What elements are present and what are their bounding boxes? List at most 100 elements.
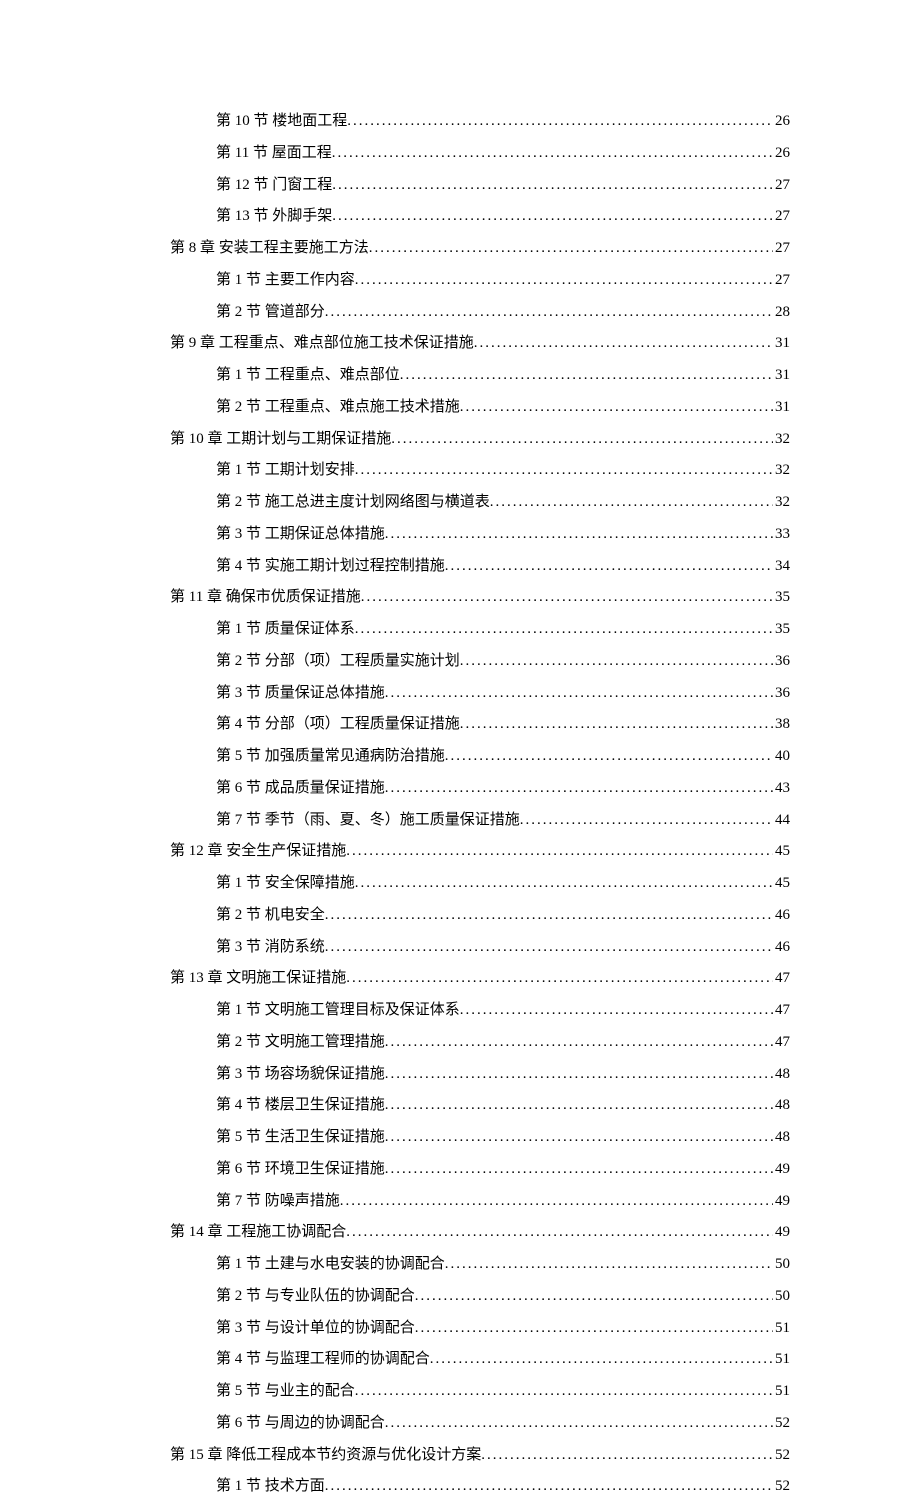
toc-leader-dots (340, 1190, 773, 1213)
toc-entry-page: 38 (773, 713, 790, 736)
toc-entry: 第 6 节 与周边的协调配合52 (216, 1412, 790, 1435)
toc-entry: 第 7 节 防噪声措施 49 (216, 1190, 790, 1213)
toc-leader-dots (445, 1253, 773, 1276)
toc-entry: 第 12 章 安全生产保证措施45 (170, 840, 790, 863)
toc-leader-dots (355, 459, 773, 482)
toc-leader-dots (355, 872, 773, 895)
toc-leader-dots (445, 745, 773, 768)
toc-entry-page: 48 (773, 1094, 790, 1117)
toc-entry-title: 第 3 节 与设计单位的协调配合 (216, 1317, 415, 1340)
toc-leader-dots (385, 1412, 773, 1435)
toc-leader-dots (325, 904, 773, 927)
toc-entry: 第 4 节 楼层卫生保证措施48 (216, 1094, 790, 1117)
toc-leader-dots (355, 269, 773, 292)
toc-leader-dots (355, 618, 773, 641)
toc-leader-dots (460, 999, 773, 1022)
toc-entry-page: 26 (773, 110, 790, 133)
toc-entry-title: 第 13 章 文明施工保证措施 (170, 967, 346, 990)
toc-entry-page: 46 (773, 936, 790, 959)
toc-entry: 第 2 节 机电安全46 (216, 904, 790, 927)
toc-entry: 第 6 节 成品质量保证措施 43 (216, 777, 790, 800)
toc-entry-title: 第 2 节 机电安全 (216, 904, 325, 927)
toc-leader-dots (355, 1380, 773, 1403)
toc-entry: 第 3 节 工期保证总体措施33 (216, 523, 790, 546)
toc-entry: 第 1 节 安全保障措施 45 (216, 872, 790, 895)
toc-entry-title: 第 13 节 外脚手架 (216, 205, 332, 228)
toc-entry-page: 52 (773, 1444, 790, 1467)
toc-entry-page: 52 (773, 1412, 790, 1435)
toc-entry: 第 7 节 季节（雨、夏、冬）施工质量保证措施44 (216, 809, 790, 832)
toc-entry-page: 32 (773, 459, 790, 482)
toc-leader-dots (460, 396, 773, 419)
toc-entry-page: 45 (773, 872, 790, 895)
toc-entry-page: 49 (773, 1190, 790, 1213)
toc-leader-dots (520, 809, 773, 832)
toc-entry-page: 47 (773, 1031, 790, 1054)
toc-entry-title: 第 1 节 工程重点、难点部位 (216, 364, 400, 387)
toc-entry-title: 第 5 节 加强质量常见通病防治措施 (216, 745, 445, 768)
toc-entry: 第 5 节 生活卫生保证措施48 (216, 1126, 790, 1149)
toc-entry-title: 第 3 节 质量保证总体措施 (216, 682, 385, 705)
toc-entry: 第 3 节 场容场貌保证措施48 (216, 1063, 790, 1086)
toc-entry-page: 49 (773, 1158, 790, 1181)
toc-entry-page: 51 (773, 1380, 790, 1403)
toc-entry-title: 第 11 节 屋面工程 (216, 142, 332, 165)
toc-entry-title: 第 1 节 工期计划安排 (216, 459, 355, 482)
toc-entry-title: 第 11 章 确保市优质保证措施 (170, 586, 361, 609)
toc-entry-title: 第 2 节 与专业队伍的协调配合 (216, 1285, 415, 1308)
toc-entry-title: 第 1 节 技术方面 (216, 1475, 325, 1498)
toc-entry: 第 2 节 与专业队伍的协调配合 50 (216, 1285, 790, 1308)
toc-entry-title: 第 1 节 土建与水电安装的协调配合 (216, 1253, 445, 1276)
toc-leader-dots (385, 777, 773, 800)
toc-entry-page: 48 (773, 1063, 790, 1086)
toc-entry-title: 第 6 节 环境卫生保证措施 (216, 1158, 385, 1181)
toc-entry: 第 8 章 安装工程主要施工方法27 (170, 237, 790, 260)
toc-entry-page: 50 (773, 1285, 790, 1308)
toc-leader-dots (391, 428, 773, 451)
toc-leader-dots (325, 301, 773, 324)
toc-entry: 第 2 节 管道部分28 (216, 301, 790, 324)
toc-entry-title: 第 5 节 生活卫生保证措施 (216, 1126, 385, 1149)
toc-entry: 第 1 节 土建与水电安装的协调配合50 (216, 1253, 790, 1276)
toc-leader-dots (400, 364, 773, 387)
toc-entry-title: 第 12 章 安全生产保证措施 (170, 840, 346, 863)
toc-entry-page: 36 (773, 650, 790, 673)
toc-entry: 第 5 节 加强质量常见通病防治措施40 (216, 745, 790, 768)
toc-entry: 第 15 章 降低工程成本节约资源与优化设计方案52 (170, 1444, 790, 1467)
toc-entry: 第 2 节 分部（项）工程质量实施计划36 (216, 650, 790, 673)
toc-leader-dots (474, 332, 773, 355)
toc-entry-page: 47 (773, 999, 790, 1022)
toc-entry-title: 第 7 节 季节（雨、夏、冬）施工质量保证措施 (216, 809, 520, 832)
toc-entry: 第 6 节 环境卫生保证措施 49 (216, 1158, 790, 1181)
toc-leader-dots (385, 523, 773, 546)
toc-entry-page: 49 (773, 1221, 790, 1244)
toc-entry-page: 32 (773, 491, 790, 514)
toc-entry: 第 2 节 文明施工管理措施47 (216, 1031, 790, 1054)
toc-entry: 第 4 节 实施工期计划过程控制措施34 (216, 555, 790, 578)
toc-entry-title: 第 1 节 主要工作内容 (216, 269, 355, 292)
toc-leader-dots (346, 967, 773, 990)
toc-entry-title: 第 14 章 工程施工协调配合 (170, 1221, 346, 1244)
toc-entry: 第 9 章 工程重点、难点部位施工技术保证措施31 (170, 332, 790, 355)
toc-leader-dots (346, 1221, 773, 1244)
toc-entry-title: 第 2 节 工程重点、难点施工技术措施 (216, 396, 460, 419)
toc-entry-title: 第 6 节 成品质量保证措施 (216, 777, 385, 800)
toc-leader-dots (325, 1475, 773, 1498)
toc-entry-title: 第 12 节 门窗工程 (216, 174, 332, 197)
toc-entry-page: 31 (773, 396, 790, 419)
toc-entry-page: 51 (773, 1317, 790, 1340)
toc-leader-dots (460, 650, 773, 673)
toc-entry-page: 27 (773, 269, 790, 292)
toc-leader-dots (385, 1094, 773, 1117)
toc-entry-page: 31 (773, 364, 790, 387)
toc-entry-title: 第 10 节 楼地面工程 (216, 110, 347, 133)
toc-leader-dots (385, 1158, 773, 1181)
table-of-contents: 第 10 节 楼地面工程26第 11 节 屋面工程26第 12 节 门窗工程27… (170, 110, 790, 1499)
toc-entry-page: 43 (773, 777, 790, 800)
toc-entry-title: 第 7 节 防噪声措施 (216, 1190, 340, 1213)
toc-entry: 第 3 节 质量保证总体措施36 (216, 682, 790, 705)
toc-entry-title: 第 9 章 工程重点、难点部位施工技术保证措施 (170, 332, 474, 355)
toc-entry-page: 52 (773, 1475, 790, 1498)
toc-entry-title: 第 1 节 安全保障措施 (216, 872, 355, 895)
toc-leader-dots (325, 936, 773, 959)
